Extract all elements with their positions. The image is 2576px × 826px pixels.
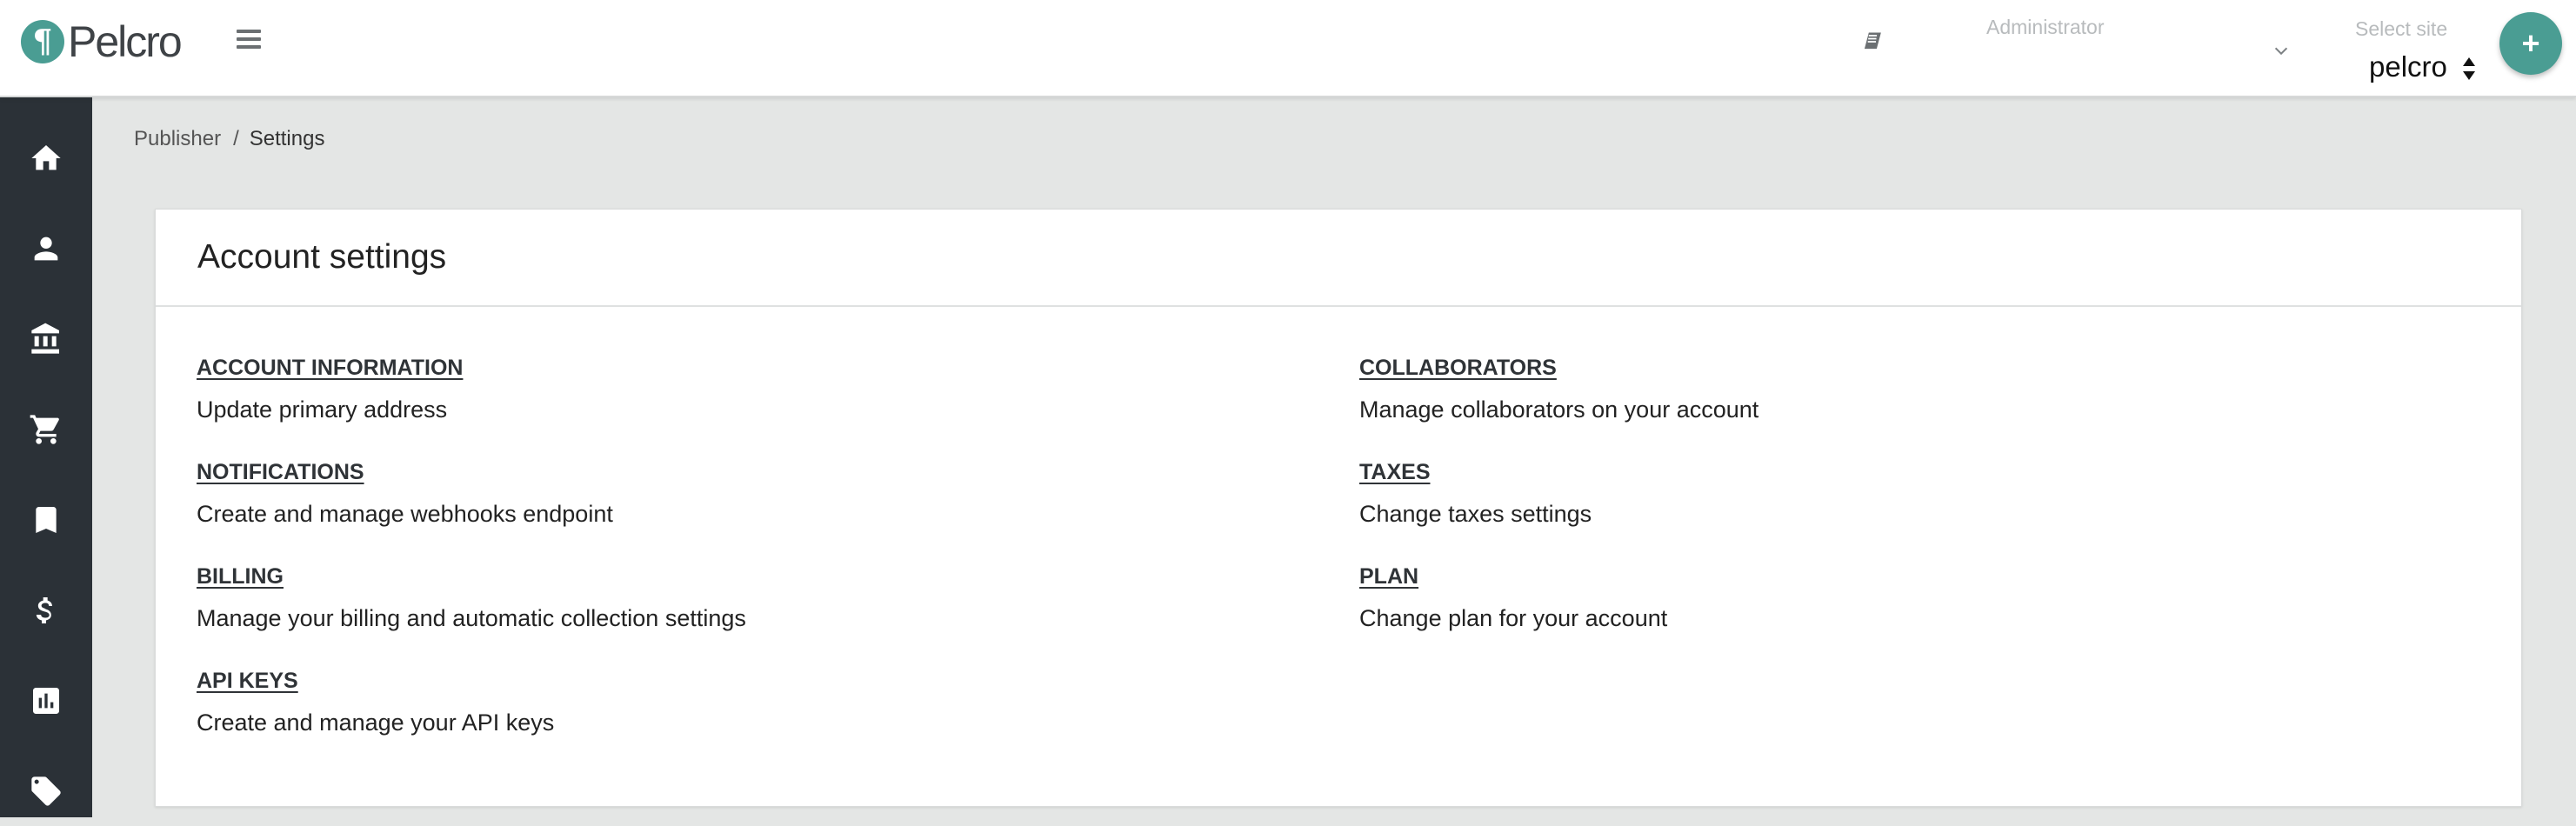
setting-collaborators: COLLABORATORS Manage collaborators on yo… xyxy=(1359,356,1758,423)
setting-description: Manage collaborators on your account xyxy=(1359,396,1759,423)
plan-link[interactable]: PLAN xyxy=(1359,564,1418,590)
breadcrumb: Publisher / Settings xyxy=(134,127,324,151)
setting-taxes: TAXES Change taxes settings xyxy=(1359,460,1592,528)
setting-description: Create and manage your API keys xyxy=(197,709,555,736)
setting-description: Update primary address xyxy=(197,396,448,423)
notifications-link[interactable]: NOTIFICATIONS xyxy=(197,460,364,485)
setting-api-keys: API KEYS Create and manage your API keys xyxy=(197,669,554,736)
bookmark-icon xyxy=(36,507,57,533)
dollar-icon xyxy=(36,597,52,623)
logo-mark-icon: ¶ xyxy=(21,20,64,63)
sidebar-item-customers[interactable] xyxy=(0,214,92,283)
sidebar-item-coupons[interactable] xyxy=(0,756,92,826)
chevron-down-icon xyxy=(2274,47,2288,56)
sidebar-item-bank[interactable] xyxy=(0,304,92,374)
api-keys-link[interactable]: API KEYS xyxy=(197,669,298,694)
sidebar-item-payments[interactable] xyxy=(0,576,92,645)
setting-description: Change plan for your account xyxy=(1359,605,1668,631)
top-bar: ¶ Pelcro Administrator Select site pelcr… xyxy=(0,0,2576,97)
taxes-link[interactable]: TAXES xyxy=(1359,460,1431,485)
setting-billing: BILLING Manage your billing and automati… xyxy=(197,564,746,632)
card-header: Account settings xyxy=(156,210,2521,307)
cart-icon xyxy=(30,415,59,444)
setting-description: Manage your billing and automatic collec… xyxy=(197,605,746,631)
collaborators-link[interactable]: COLLABORATORS xyxy=(1359,356,1557,381)
sidebar-item-home[interactable] xyxy=(0,123,92,193)
person-icon xyxy=(34,236,58,261)
role-placeholder: Administrator xyxy=(1986,16,2105,38)
pelcro-logo[interactable]: ¶ Pelcro xyxy=(21,17,183,66)
setting-description: Create and manage webhooks endpoint xyxy=(197,501,613,527)
chart-icon xyxy=(33,688,59,714)
setting-account-information: ACCOUNT INFORMATION Update primary addre… xyxy=(197,356,463,423)
sort-arrows-icon xyxy=(2463,57,2475,80)
setting-description: Change taxes settings xyxy=(1359,501,1592,527)
setting-plan: PLAN Change plan for your account xyxy=(1359,564,1667,632)
home-icon xyxy=(31,145,61,170)
site-select-label: Select site xyxy=(2355,17,2448,40)
billing-link[interactable]: BILLING xyxy=(197,564,284,590)
menu-toggle-icon[interactable] xyxy=(237,30,261,54)
sidebar-item-reports[interactable] xyxy=(0,666,92,736)
sidebar-item-bookmarks[interactable] xyxy=(0,485,92,555)
setting-notifications: NOTIFICATIONS Create and manage webhooks… xyxy=(197,460,613,528)
account-information-link[interactable]: ACCOUNT INFORMATION xyxy=(197,356,463,381)
breadcrumb-separator: / xyxy=(233,127,239,150)
logo-text: Pelcro xyxy=(68,17,183,66)
sidebar-item-cart[interactable] xyxy=(0,395,92,464)
add-button[interactable]: + xyxy=(2499,12,2562,75)
page-title: Account settings xyxy=(197,238,447,276)
ticket-icon xyxy=(31,776,61,806)
site-select[interactable]: Select site pelcro xyxy=(2352,12,2475,99)
role-select[interactable]: Administrator xyxy=(1974,12,2305,82)
site-select-value: pelcro xyxy=(2369,50,2447,83)
bank-icon xyxy=(31,323,59,354)
breadcrumb-publisher[interactable]: Publisher xyxy=(134,127,221,151)
breadcrumb-current: Settings xyxy=(249,127,325,150)
account-settings-card: Account settings ACCOUNT INFORMATION Upd… xyxy=(155,209,2522,807)
book-icon[interactable] xyxy=(1861,30,1885,54)
sidebar xyxy=(0,97,92,817)
